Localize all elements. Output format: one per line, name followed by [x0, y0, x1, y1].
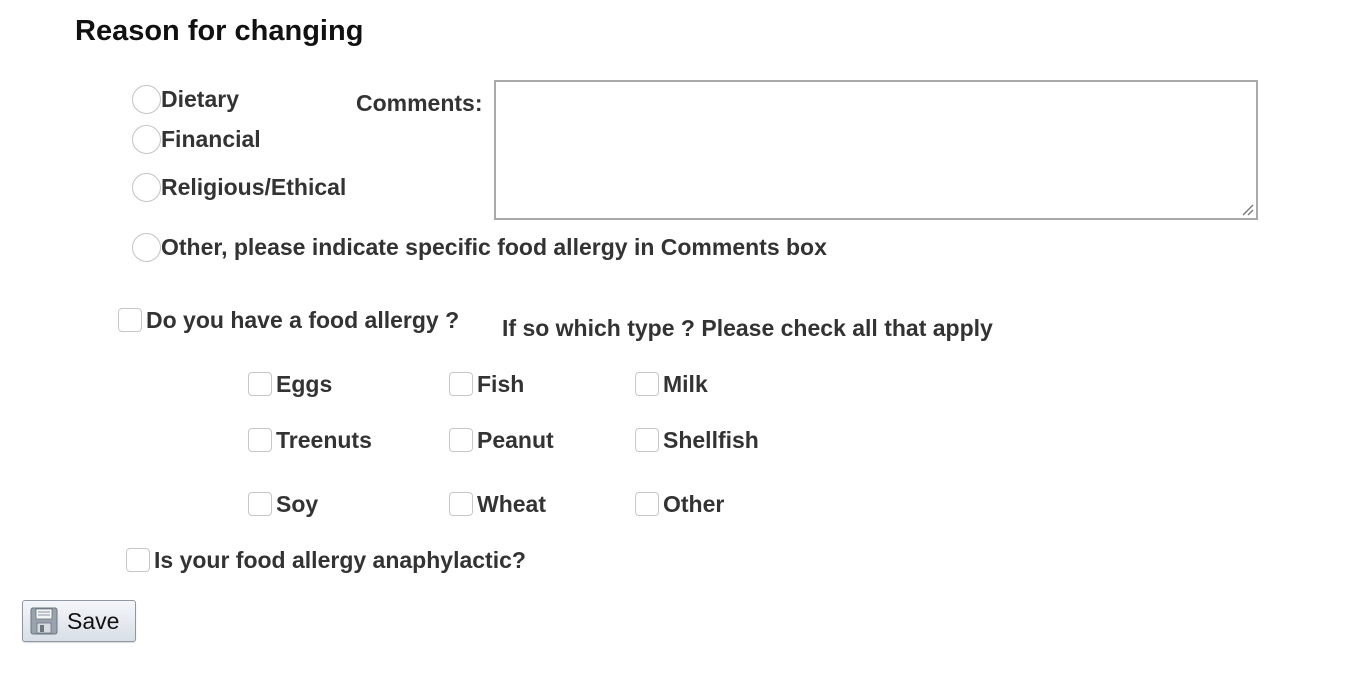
- wheat-checkbox[interactable]: [449, 492, 473, 516]
- wheat-label: Wheat: [477, 490, 546, 517]
- allergy-option-fish[interactable]: Fish: [449, 372, 524, 396]
- comments-label: Comments:: [356, 90, 483, 116]
- peanut-checkbox[interactable]: [449, 428, 473, 452]
- fish-label: Fish: [477, 370, 525, 397]
- eggs-checkbox[interactable]: [248, 372, 272, 396]
- anaphylactic-question: Is your food allergy anaphylactic?: [154, 546, 526, 573]
- section-title: Reason for changing: [75, 15, 364, 47]
- comments-textarea[interactable]: [494, 80, 1258, 220]
- radio-option-religious-ethical[interactable]: Religious/Ethical: [132, 173, 346, 202]
- dietary-radio[interactable]: [132, 85, 161, 114]
- shellfish-label: Shellfish: [663, 426, 759, 453]
- financial-radio[interactable]: [132, 125, 161, 154]
- radio-option-other[interactable]: Other, please indicate specific food all…: [132, 233, 827, 262]
- save-button-label: Save: [67, 607, 120, 634]
- radio-option-dietary[interactable]: Dietary: [132, 85, 239, 114]
- anaphylactic-option[interactable]: Is your food allergy anaphylactic?: [126, 548, 526, 572]
- other-reason-radio[interactable]: [132, 233, 161, 262]
- other-allergy-checkbox[interactable]: [635, 492, 659, 516]
- reason-for-changing-form: Reason for changing Dietary Financial Re…: [0, 0, 1362, 694]
- milk-checkbox[interactable]: [635, 372, 659, 396]
- soy-checkbox[interactable]: [248, 492, 272, 516]
- other-reason-label: Other, please indicate specific food all…: [161, 234, 827, 260]
- milk-label: Milk: [663, 370, 708, 397]
- allergy-option-milk[interactable]: Milk: [635, 372, 708, 396]
- allergy-option-peanut[interactable]: Peanut: [449, 428, 554, 452]
- religious-ethical-radio[interactable]: [132, 173, 161, 202]
- fish-checkbox[interactable]: [449, 372, 473, 396]
- religious-ethical-label: Religious/Ethical: [161, 174, 347, 200]
- allergy-option-treenuts[interactable]: Treenuts: [248, 428, 372, 452]
- dietary-label: Dietary: [161, 86, 239, 112]
- save-button[interactable]: Save: [22, 600, 136, 642]
- peanut-label: Peanut: [477, 426, 554, 453]
- treenuts-checkbox[interactable]: [248, 428, 272, 452]
- anaphylactic-checkbox[interactable]: [126, 548, 150, 572]
- food-allergy-checkbox[interactable]: [118, 308, 142, 332]
- allergy-option-other[interactable]: Other: [635, 492, 724, 516]
- radio-option-financial[interactable]: Financial: [132, 125, 261, 154]
- resize-grip-icon[interactable]: [1240, 202, 1254, 216]
- eggs-label: Eggs: [276, 370, 333, 397]
- treenuts-label: Treenuts: [276, 426, 372, 453]
- shellfish-checkbox[interactable]: [635, 428, 659, 452]
- other-allergy-label: Other: [663, 490, 725, 517]
- food-allergy-option[interactable]: Do you have a food allergy ?: [118, 308, 459, 332]
- allergy-option-eggs[interactable]: Eggs: [248, 372, 332, 396]
- soy-label: Soy: [276, 490, 319, 517]
- allergy-option-soy[interactable]: Soy: [248, 492, 318, 516]
- allergy-option-wheat[interactable]: Wheat: [449, 492, 546, 516]
- allergy-option-shellfish[interactable]: Shellfish: [635, 428, 759, 452]
- financial-label: Financial: [161, 126, 261, 152]
- allergy-type-prompt: If so which type ? Please check all that…: [502, 315, 993, 341]
- food-allergy-question: Do you have a food allergy ?: [146, 306, 460, 333]
- floppy-disk-icon: [30, 607, 58, 635]
